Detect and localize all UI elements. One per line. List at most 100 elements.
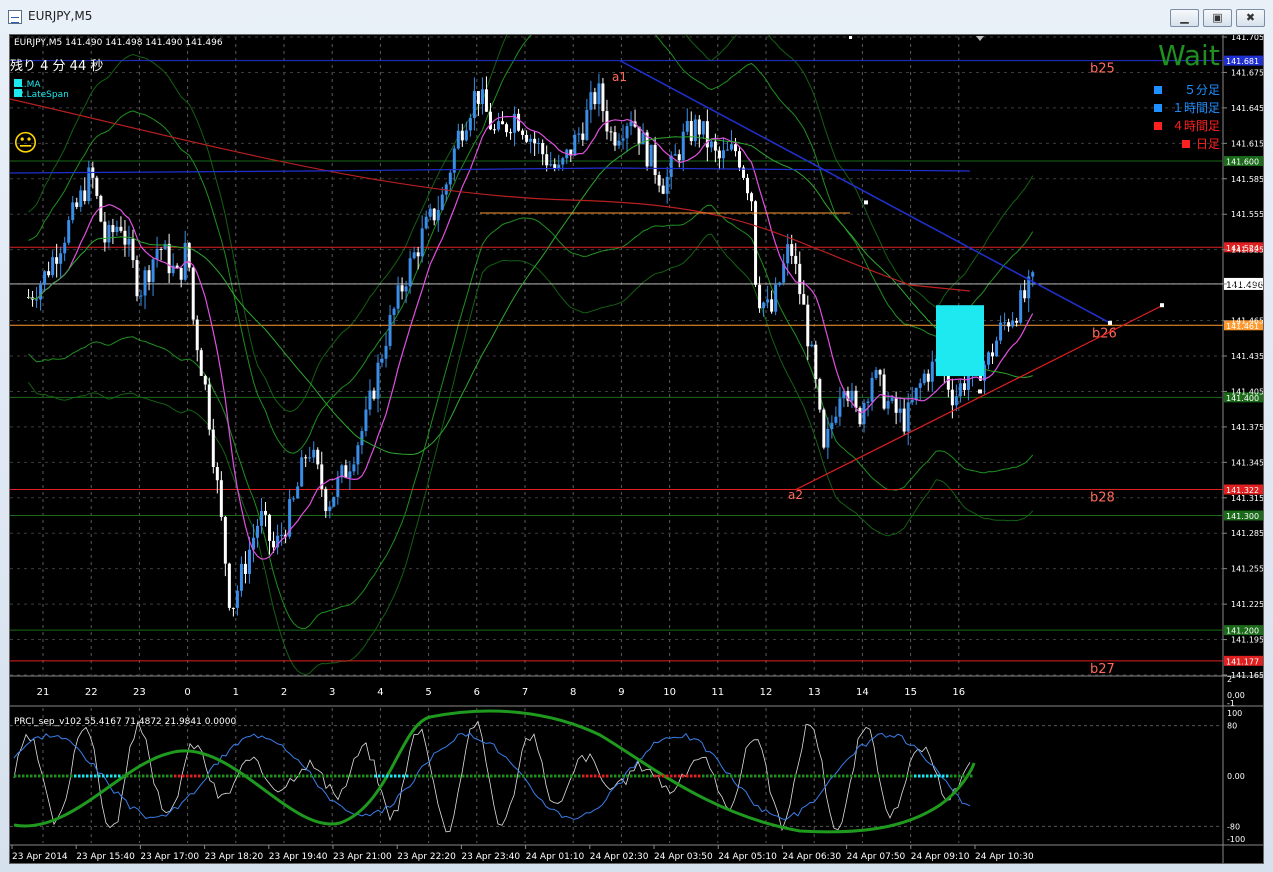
candle-body [63,242,67,254]
maximize-button[interactable]: ▣ [1203,9,1232,27]
candle-body [533,138,537,144]
zero-line-dot [322,774,325,778]
candle-body [1003,322,1007,324]
candle-body [191,267,195,320]
zero-line-dot [102,774,105,778]
zero-line-dot [386,774,389,778]
zero-line-dot [242,774,245,778]
candle-body [480,89,484,104]
zero-line-dot [814,774,817,778]
minimize-button[interactable]: ▁ [1170,9,1199,27]
candle-body [553,164,557,169]
outer-lower-band [28,233,1034,676]
zero-line-dot [222,774,225,778]
candle-body [223,516,227,564]
candle-body [43,271,47,285]
zero-line-dot [110,774,113,778]
zero-line-dot [786,774,789,778]
zero-line-dot [550,774,553,778]
close-button[interactable]: ✖ [1236,9,1265,27]
zero-line-dot [206,774,209,778]
price-axis-label: 141.585 [1231,175,1264,184]
zero-line-dot [686,774,689,778]
zero-line-dot [642,774,645,778]
price-chart[interactable]: 141.681b25141.600141.524141.461b26141.40… [10,35,1264,864]
candle-body [376,362,380,399]
zero-line-dot [822,774,825,778]
candle-body [677,154,681,161]
time-axis-label: 23 Apr 18:20 [205,852,264,862]
zero-line-dot [402,774,405,778]
legend-ma: 1.MA [18,80,41,90]
zero-line-dot [138,774,141,778]
candle-body [525,134,529,142]
zero-line-dot [262,774,265,778]
price-tag-label: 141.681 [1226,57,1259,66]
zero-line-dot [962,774,965,778]
zero-line-dot [314,774,317,778]
zero-line-dot [354,774,357,778]
zero-line-dot [942,774,945,778]
candle-body [1015,320,1019,323]
candle-body [312,449,316,458]
zero-line-dot [698,774,701,778]
hour-label: 9 [618,687,624,698]
zero-line-dot [258,774,261,778]
candle-body [766,299,770,303]
title-bar[interactable]: EURJPY,M5 ▁ ▣ ✖ [0,0,1273,34]
candle-body [296,486,300,499]
restore-icon: ▣ [1212,11,1223,24]
zero-line-dot [42,774,45,778]
zero-line-dot [282,774,285,778]
candle-body [918,383,922,388]
candle-body [529,138,533,142]
legend-latespan: 2.LateSpan [18,90,69,100]
zero-line-dot [54,774,57,778]
trendline-handle [978,389,982,394]
candle-body [123,230,127,245]
zero-line-dot [538,774,541,778]
candle-body [352,464,356,472]
candle-body [589,92,593,110]
zero-line-dot [834,774,837,778]
candle-body [324,488,328,512]
candle-body [408,258,412,287]
candle-body [464,130,468,141]
candle-body [412,252,416,259]
zero-line-dot [910,774,913,778]
zero-line-dot [422,774,425,778]
candle-body [151,259,155,282]
zero-line-dot [778,774,781,778]
zero-line-dot [342,774,345,778]
candle-body [235,590,239,608]
candle-body [906,402,910,432]
zero-line-dot [570,774,573,778]
candle-body [613,132,617,146]
hour-label: 5 [425,687,431,698]
candle-body [400,285,404,292]
zero-line-dot [858,774,861,778]
zero-line-dot [918,774,921,778]
chart-area[interactable]: 141.681 b25 141.600 141.524 141.461 b26 141.40… [9,34,1264,864]
zero-line-dot [350,774,353,778]
zero-line-dot [30,774,33,778]
level-name-b25: b25 [1090,62,1115,77]
zero-line-dot [298,774,301,778]
zero-line-dot [426,774,429,778]
zero-line-dot [38,774,41,778]
hour-label: 3 [329,687,335,698]
tf-4h-swatch [1154,122,1162,130]
candle-body [649,144,653,167]
price-axis-label: 141.615 [1231,139,1264,148]
candle-body [778,282,782,285]
candle-body [950,389,954,406]
candle-body [830,422,834,430]
candle-body [621,138,625,141]
zero-line-dot [434,774,437,778]
candle-body [999,322,1003,341]
candlesticks [27,73,1035,617]
zero-line-dot [758,774,761,778]
candle-body [264,510,268,515]
candle-body [721,150,725,159]
zero-line-dot [286,774,289,778]
